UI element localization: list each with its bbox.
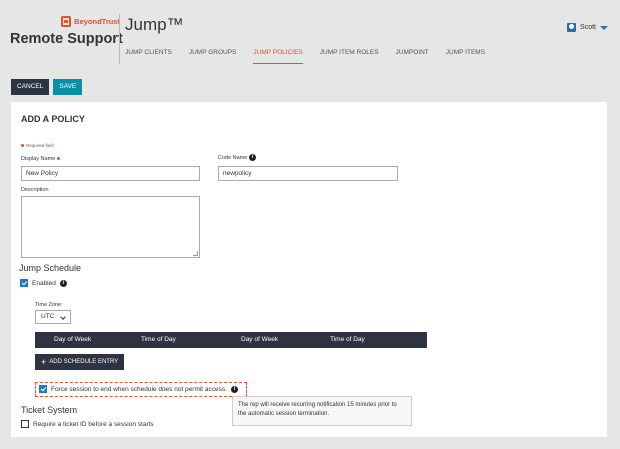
nav-jump-groups[interactable]: JUMP GROUPS (189, 49, 237, 64)
policy-form-panel: ADD A POLICY Required field Display Name… (11, 102, 607, 437)
header-divider (119, 14, 120, 64)
required-dot-icon (56, 157, 60, 161)
info-icon[interactable]: i (59, 279, 67, 287)
brand: BeyondTrust Remote Support (10, 16, 123, 47)
col-day-of-week-1: Day of Week (54, 336, 92, 343)
form-title: ADD A POLICY (21, 114, 85, 124)
required-dot-icon (21, 144, 24, 148)
code-name-input[interactable]: newpolicy (218, 166, 398, 181)
toolbar: CANCEL SAVE (11, 79, 83, 95)
top-nav: JUMP CLIENTS JUMP GROUPS JUMP POLICIES J… (125, 49, 502, 64)
col-day-of-week-2: Day of Week (241, 336, 279, 343)
code-name-label: Code Name i (218, 154, 256, 161)
code-name-label-text: Code Name (218, 154, 248, 161)
description-textarea[interactable] (21, 196, 200, 258)
enabled-checkbox[interactable] (20, 279, 28, 287)
beyondtrust-logo-icon (61, 16, 72, 27)
force-end-checkbox[interactable] (39, 385, 47, 393)
brand-company: BeyondTrust (74, 17, 120, 26)
nav-jumpoint[interactable]: JUMPOINT (396, 49, 429, 64)
chevron-down-icon (60, 314, 66, 320)
jump-schedule-title: Jump Schedule (19, 263, 82, 273)
timezone-select[interactable]: UTC (35, 310, 71, 324)
nav-jump-clients[interactable]: JUMP CLIENTS (125, 49, 172, 64)
ticket-require-checkbox[interactable] (21, 420, 29, 428)
required-note-text: Required field (26, 143, 54, 148)
nav-jump-item-roles[interactable]: JUMP ITEM ROLES (320, 49, 379, 64)
brand-product: Remote Support (10, 31, 123, 47)
header: BeyondTrust Remote Support Jump™ JUMP CL… (0, 0, 620, 74)
nav-jump-policies[interactable]: JUMP POLICIES (253, 49, 303, 64)
ticket-require-label: Require a ticket ID before a session sta… (33, 420, 154, 428)
timezone-label: Time Zone: (35, 302, 63, 308)
cancel-button[interactable]: CANCEL (11, 79, 50, 95)
display-name-input[interactable]: New Policy (21, 166, 200, 181)
user-name: Scott (580, 24, 596, 31)
page-title: Jump™ (125, 15, 184, 34)
add-schedule-entry-label: ADD SCHEDULE ENTRY (49, 359, 119, 365)
col-time-of-day-2: Time of Day (330, 336, 365, 343)
save-button[interactable]: SAVE (53, 79, 83, 95)
col-time-of-day-1: Time of Day (141, 336, 176, 343)
display-name-label: Display Name (21, 156, 62, 162)
info-icon[interactable]: i (248, 154, 256, 161)
force-end-label: Force session to end when schedule does … (51, 385, 227, 393)
display-name-label-text: Display Name (21, 156, 56, 162)
ticket-system-title: Ticket System (21, 405, 78, 415)
enabled-row: Enabled i (20, 279, 67, 287)
enabled-label: Enabled (32, 279, 56, 287)
required-note: Required field (21, 143, 54, 148)
plus-icon: + (41, 356, 47, 367)
force-end-row: Force session to end when schedule does … (39, 385, 238, 393)
logo: BeyondTrust (10, 16, 120, 27)
user-menu[interactable]: Scott (567, 23, 608, 32)
schedule-table-header: Day of Week Time of Day Day of Week Time… (35, 332, 427, 348)
caret-down-icon (600, 25, 608, 30)
add-schedule-entry-button[interactable]: + ADD SCHEDULE ENTRY (35, 354, 125, 370)
description-label: Description (21, 187, 49, 193)
nav-jump-items[interactable]: JUMP ITEMS (446, 49, 485, 64)
user-icon (567, 23, 577, 32)
ticket-require-row: Require a ticket ID before a session sta… (21, 420, 154, 428)
timezone-value: UTC (41, 313, 55, 320)
info-icon[interactable]: i (230, 385, 238, 393)
tooltip: The rep will receive recurring notificat… (232, 396, 412, 426)
